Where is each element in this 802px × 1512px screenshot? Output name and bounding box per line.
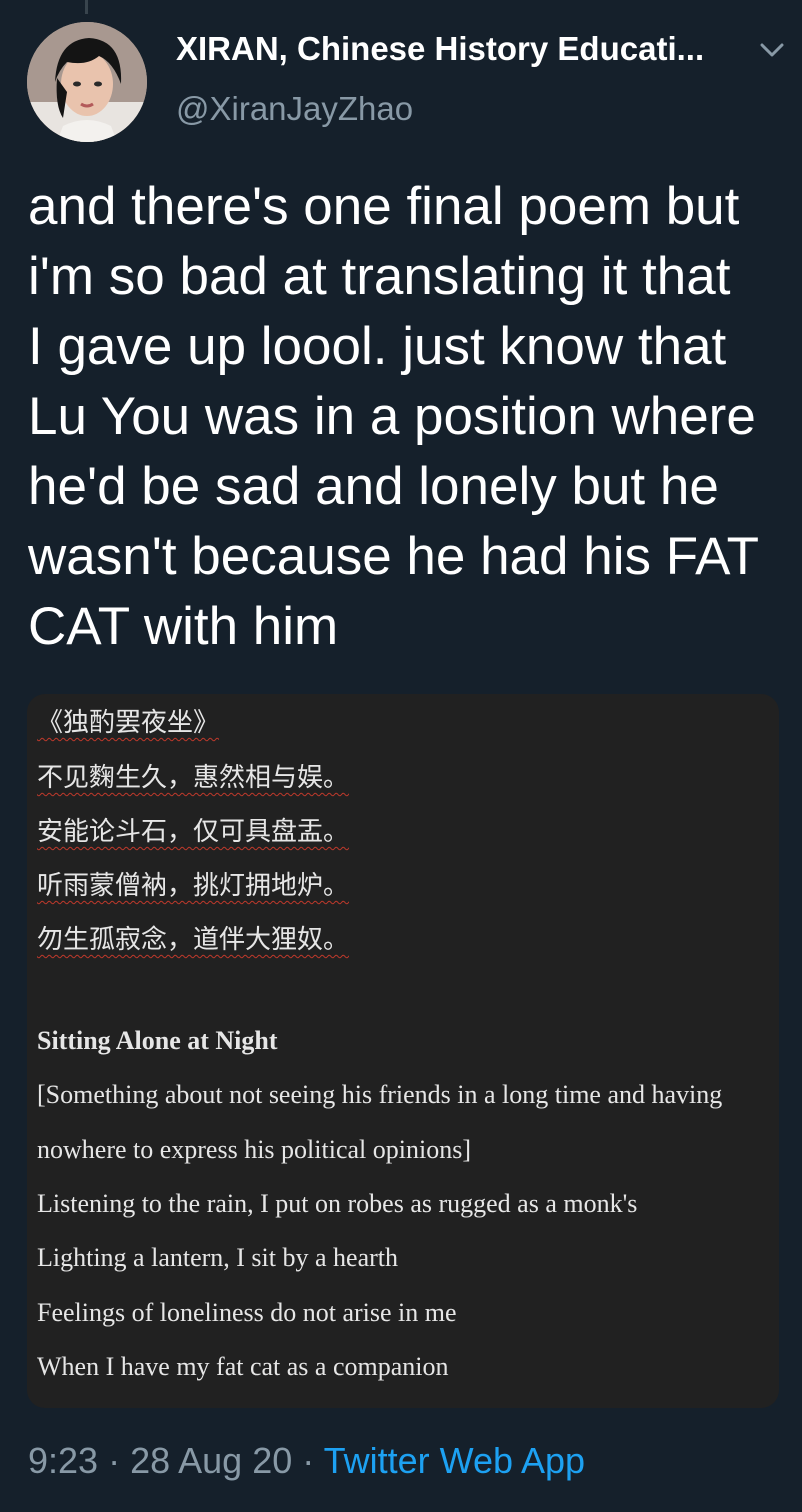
poem-english-title: Sitting Alone at Night	[37, 1026, 278, 1055]
tweet-date[interactable]: 28 Aug 20	[130, 1440, 292, 1481]
poem-chinese-line: 听雨蒙僧衲，挑灯拥地炉。	[37, 871, 350, 901]
poem-english-line: Lighting a lantern, I sit by a hearth	[37, 1243, 399, 1272]
tweet-source-link[interactable]: Twitter Web App	[324, 1440, 585, 1481]
poem-english-line: When I have my fat cat as a companion	[37, 1352, 449, 1381]
poem-chinese-title: 《独酌罢夜坐》	[37, 708, 220, 738]
tweet-meta: 9:23 · 28 Aug 20 · Twitter Web App	[28, 1440, 585, 1482]
author-display-name[interactable]: XIRAN, Chinese History Educati...	[176, 30, 736, 68]
avatar-image	[27, 22, 147, 142]
author-handle[interactable]: @XiranJayZhao	[176, 90, 413, 128]
meta-separator: ·	[292, 1440, 324, 1481]
avatar[interactable]	[27, 22, 147, 142]
poem-chinese-line: 安能论斗石，仅可具盘盂。	[37, 817, 350, 847]
chevron-down-icon[interactable]	[756, 38, 788, 62]
poem-english-line: nowhere to express his political opinion…	[37, 1135, 471, 1164]
tweet-text: and there's one final poem but i'm so ba…	[28, 177, 759, 656]
poem-chinese-line: 不见麴生久，惠然相与娱。	[37, 763, 350, 793]
tweet-image[interactable]: 《独酌罢夜坐》 不见麴生久，惠然相与娱。 安能论斗石，仅可具盘盂。 听雨蒙僧衲，…	[27, 694, 779, 1408]
poem-english-line: [Something about not seeing his friends …	[37, 1080, 723, 1109]
tweet-time[interactable]: 9:23	[28, 1440, 98, 1481]
poem-english-line: Feelings of loneliness do not arise in m…	[37, 1298, 457, 1327]
poem-chinese-line: 勿生孤寂念，道伴大狸奴。	[37, 925, 350, 955]
poem-english-line: Listening to the rain, I put on robes as…	[37, 1189, 638, 1218]
thread-connector-line	[85, 0, 88, 14]
meta-separator: ·	[98, 1440, 131, 1481]
